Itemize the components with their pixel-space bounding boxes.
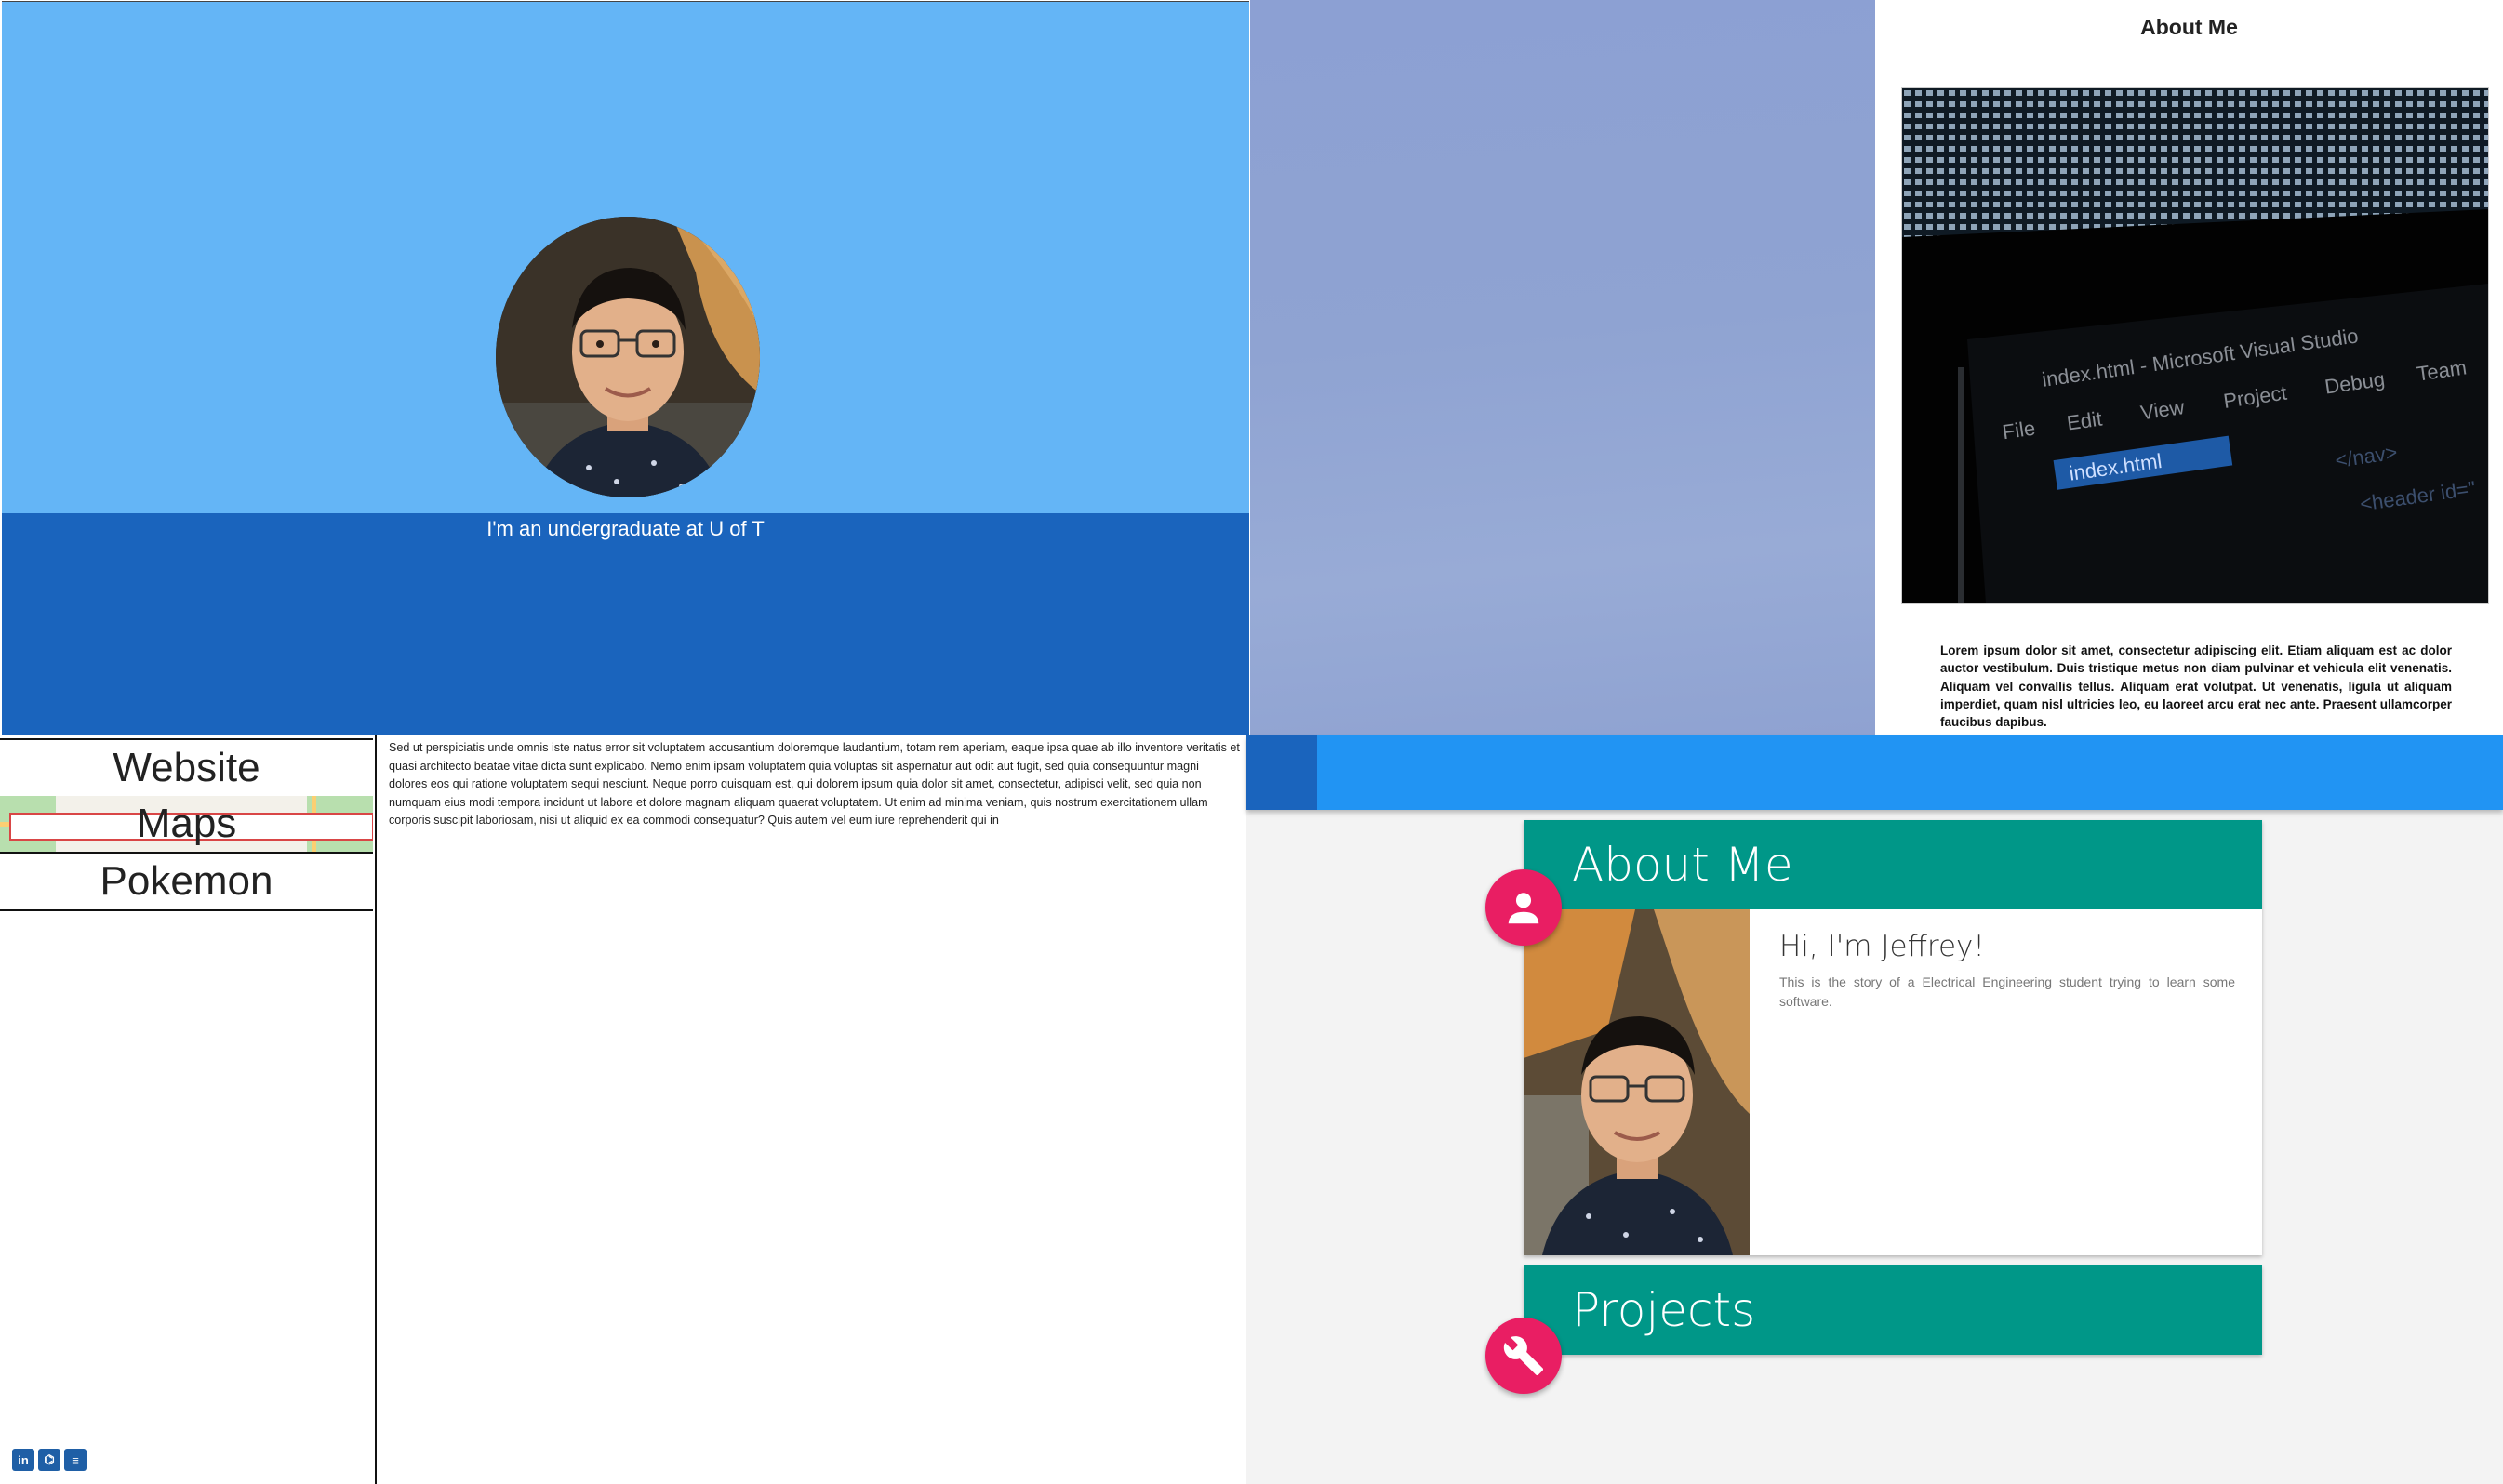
person-icon[interactable]: [1485, 869, 1562, 946]
sidebar-item-maps[interactable]: Maps: [0, 796, 373, 854]
hero-banner-bottom: [2, 513, 1249, 735]
wrench-icon[interactable]: [1485, 1318, 1562, 1394]
sidebar-item-label: Pokemon: [100, 858, 273, 904]
about-card-title: About Me: [1524, 820, 2262, 909]
hero-caption: I'm an undergraduate at U of T: [486, 517, 765, 540]
about-panel-title: About Me: [2140, 15, 2238, 39]
sky-image: [1250, 0, 1876, 735]
sidebar-item-label: Website: [113, 745, 260, 790]
profile-avatar: [496, 217, 760, 497]
resume-icon[interactable]: ≡: [64, 1449, 87, 1471]
body-text: Sed ut perspiciatis unde omnis iste natu…: [389, 741, 1240, 827]
sidebar-item-label: Maps: [136, 801, 237, 846]
svg-text:Edit: Edit: [2065, 407, 2103, 435]
projects-card[interactable]: Projects: [1524, 1265, 2262, 1355]
app-bar-accent: [1246, 735, 1317, 810]
sidebar-item-website[interactable]: Website: [0, 738, 373, 798]
about-card-story: This is the story of a Electrical Engine…: [1779, 974, 2235, 1009]
about-card-photo: [1524, 909, 1750, 1255]
linkedin-icon[interactable]: in: [12, 1449, 34, 1471]
visual-studio-screen-photo: index.html - Microsoft Visual Studio Fil…: [1901, 87, 2489, 604]
social-icons: in ⌬ ≡: [12, 1449, 87, 1471]
svg-text:File: File: [2001, 417, 2037, 444]
projects-card-title: Projects: [1524, 1265, 2262, 1355]
about-card-greeting: Hi, I'm Jeffrey!: [1779, 930, 1985, 963]
left-sidebar: Website Maps Pokemon: [0, 735, 377, 1484]
about-panel-text: Lorem ipsum dolor sit amet, consectetur …: [1940, 643, 2452, 730]
github-icon[interactable]: ⌬: [38, 1449, 60, 1471]
app-bar: [1246, 735, 2503, 810]
sidebar-item-pokemon[interactable]: Pokemon: [0, 854, 373, 911]
about-card: About Me Hi, I'm Jeffrey! This is the st…: [1524, 820, 2262, 1255]
